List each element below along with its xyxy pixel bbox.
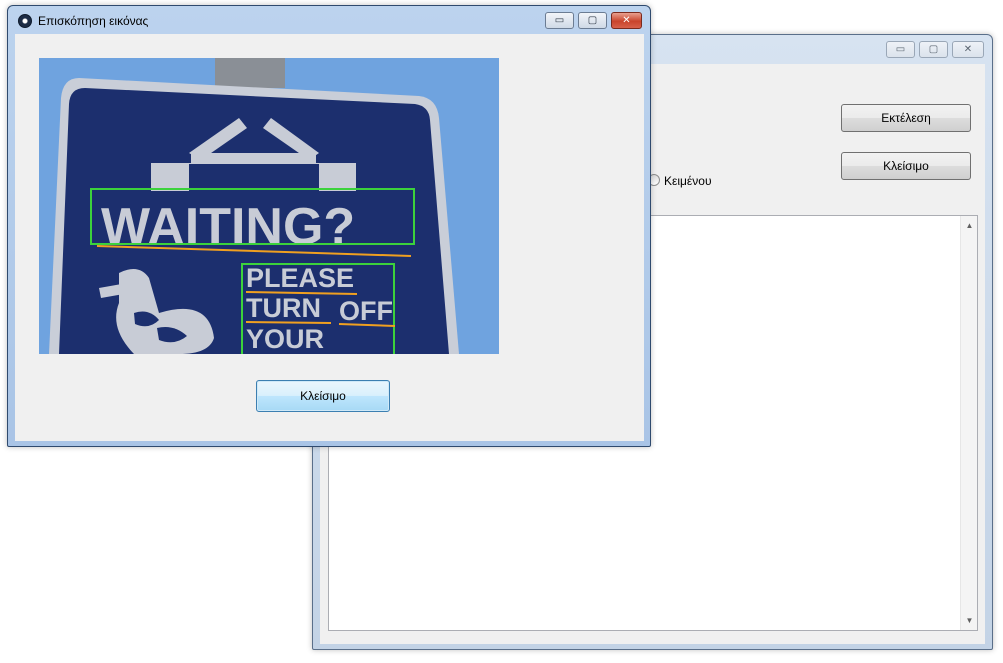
maximize-button[interactable]: ▢ bbox=[578, 12, 607, 29]
minimize-button[interactable]: ▭ bbox=[545, 12, 574, 29]
sign-line-please: PLEASE bbox=[246, 263, 354, 293]
close-button-preview[interactable]: Κλείσιμο bbox=[256, 380, 390, 412]
image-preview-titlebar: Επισκόπηση εικόνας ▭ ▢ ✕ bbox=[8, 6, 650, 34]
run-button[interactable]: Εκτέλεση bbox=[841, 104, 971, 132]
close-button-main[interactable]: Κλείσιμο bbox=[841, 152, 971, 180]
text-radio-label: Κειμένου bbox=[664, 174, 712, 188]
maximize-button[interactable]: ▢ bbox=[919, 41, 948, 58]
image-preview-window: Επισκόπηση εικόνας ▭ ▢ ✕ WAITING? PLEASE… bbox=[7, 5, 651, 447]
vertical-scrollbar[interactable]: ▲ ▼ bbox=[960, 216, 977, 630]
close-button[interactable]: ✕ bbox=[611, 12, 642, 29]
minimize-button[interactable]: ▭ bbox=[886, 41, 915, 58]
scroll-up-icon[interactable]: ▲ bbox=[961, 221, 978, 230]
image-preview-client: WAITING? PLEASE TURN OFF YOUR Κλείσιμο bbox=[15, 34, 644, 441]
sign-line-off: OFF bbox=[339, 296, 393, 326]
preview-image: WAITING? PLEASE TURN OFF YOUR bbox=[39, 58, 499, 354]
sign-line-your: YOUR bbox=[246, 324, 324, 354]
sign-line-turn: TURN bbox=[246, 293, 321, 323]
scroll-down-icon[interactable]: ▼ bbox=[961, 616, 978, 625]
window-title: Επισκόπηση εικόνας bbox=[38, 14, 149, 28]
close-button[interactable]: ✕ bbox=[952, 41, 984, 58]
app-icon bbox=[18, 14, 32, 28]
sign-picture: WAITING? PLEASE TURN OFF YOUR bbox=[39, 58, 499, 354]
